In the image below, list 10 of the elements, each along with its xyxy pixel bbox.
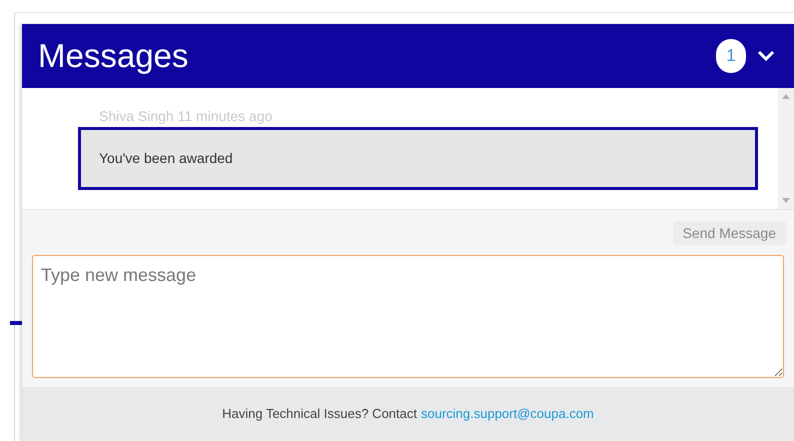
panel-title: Messages	[38, 36, 190, 76]
message-input[interactable]: Type new message	[32, 255, 784, 378]
chevron-icon	[757, 50, 775, 62]
scroll-down-icon	[782, 198, 790, 203]
accent-mark	[10, 321, 22, 325]
unread-count-badge: 1	[716, 39, 746, 73]
scroll-up-icon	[782, 94, 790, 99]
support-email-link[interactable]: sourcing.support@coupa.com	[420, 404, 594, 424]
message-text: You've been awarded	[99, 149, 233, 168]
footer-text: Having Technical Issues? Contact	[222, 405, 417, 424]
